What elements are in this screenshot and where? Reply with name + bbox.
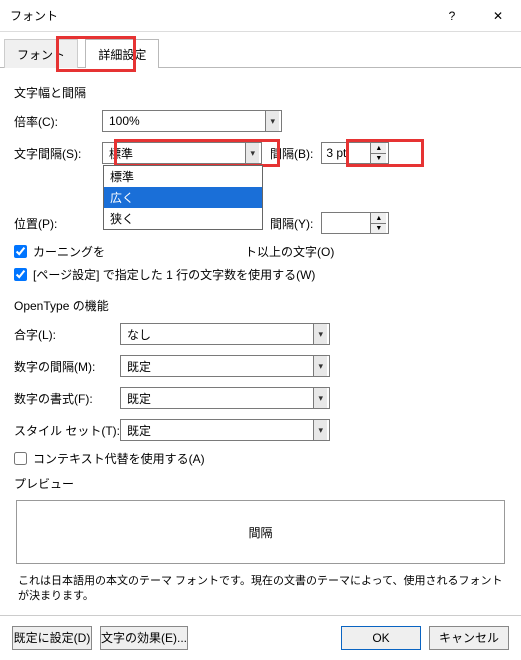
checkbox-pagegrid[interactable] [14,268,27,281]
row-pagegrid: [ページ設定] で指定した 1 行の文字数を使用する(W) [14,266,507,283]
label-kerning-post: ト以上の文字(O) [245,243,334,260]
label-spacing: 文字間隔(S): [14,145,102,162]
chevron-down-icon: ▾ [313,356,327,376]
group-char-spacing: 文字幅と間隔 [14,84,507,101]
label-spacing-by: 間隔(B): [270,145,313,162]
row-scale: 倍率(C): 100% ▾ [14,109,507,133]
chevron-down-icon: ▾ [245,143,259,163]
cancel-button[interactable]: キャンセル [429,626,509,650]
combo-spacing-value: 標準 [109,145,133,162]
row-spacing: 文字間隔(S): 標準 ▾ 標準 広く 狭く 間隔(B): ▲ ▼ [14,141,507,165]
footer: 既定に設定(D) 文字の効果(E)... OK キャンセル [0,615,521,660]
combo-numspacing[interactable]: 既定 ▾ [120,355,330,377]
row-ligatures: 合字(L): なし ▾ [14,322,507,346]
chevron-down-icon: ▾ [313,324,327,344]
combo-scale-value: 100% [109,114,140,128]
tab-advanced[interactable]: 詳細設定 [85,39,159,68]
option-normal[interactable]: 標準 [104,166,262,187]
row-styleset: スタイル セット(T): 既定 ▾ [14,418,507,442]
label-contextual: コンテキスト代替を使用する(A) [33,450,205,467]
checkbox-kerning[interactable] [14,245,27,258]
option-condensed[interactable]: 狭く [104,208,262,229]
help-button[interactable]: ? [429,0,475,32]
label-position: 位置(P): [14,215,102,232]
label-position-by: 間隔(Y): [270,215,313,232]
combo-numform[interactable]: 既定 ▾ [120,387,330,409]
spin-up-icon[interactable]: ▲ [370,213,386,223]
label-preview: プレビュー [14,475,507,492]
spinner-spacing-by-input[interactable] [322,143,370,163]
preview-sample: 間隔 [248,524,272,541]
label-ligatures: 合字(L): [14,326,120,343]
chevron-down-icon: ▾ [313,388,327,408]
text-effects-button[interactable]: 文字の効果(E)... [100,626,188,650]
checkbox-contextual[interactable] [14,452,27,465]
row-numform: 数字の書式(F): 既定 ▾ [14,386,507,410]
close-button[interactable]: ✕ [475,0,521,32]
label-pagegrid: [ページ設定] で指定した 1 行の文字数を使用する(W) [33,266,315,283]
chevron-down-icon: ▾ [313,420,327,440]
combo-scale[interactable]: 100% ▾ [102,110,282,132]
combo-styleset[interactable]: 既定 ▾ [120,419,330,441]
label-kerning-pre: カーニングを [33,243,105,260]
spinner-position-by-input[interactable] [322,213,370,233]
combo-ligatures-value: なし [127,326,151,343]
client-area: フォント 詳細設定 文字幅と間隔 倍率(C): 100% ▾ 文字間隔(S): … [0,38,521,660]
label-scale: 倍率(C): [14,113,102,130]
titlebar: フォント ? ✕ [0,0,521,32]
chevron-down-icon: ▾ [265,111,279,131]
window-title: フォント [10,7,429,24]
set-default-button[interactable]: 既定に設定(D) [12,626,92,650]
label-numspacing: 数字の間隔(M): [14,358,120,375]
preview-note: これは日本語用の本文のテーマ フォントです。現在の文書のテーマによって、使用され… [14,572,507,615]
label-styleset: スタイル セット(T): [14,422,120,439]
spinner-position-by[interactable]: ▲ ▼ [321,212,389,234]
group-opentype: OpenType の機能 [14,297,507,314]
spin-up-icon[interactable]: ▲ [370,143,386,153]
combo-numspacing-value: 既定 [127,358,151,375]
combo-numform-value: 既定 [127,390,151,407]
row-numspacing: 数字の間隔(M): 既定 ▾ [14,354,507,378]
combo-styleset-value: 既定 [127,422,151,439]
row-contextual: コンテキスト代替を使用する(A) [14,450,507,467]
spin-down-icon[interactable]: ▼ [370,153,386,163]
spin-down-icon[interactable]: ▼ [370,223,386,233]
group-preview: プレビュー 間隔 これは日本語用の本文のテーマ フォントです。現在の文書のテーマ… [14,475,507,615]
ok-button[interactable]: OK [341,626,421,650]
option-expanded[interactable]: 広く [104,187,262,208]
dropdown-spacing-list: 標準 広く 狭く [103,165,263,230]
label-numform: 数字の書式(F): [14,390,120,407]
preview-box: 間隔 [16,500,505,564]
pane: 文字幅と間隔 倍率(C): 100% ▾ 文字間隔(S): 標準 ▾ 標準 広く… [0,68,521,615]
row-kerning: カーニングを ト以上の文字(O) [14,243,507,260]
tabstrip: フォント 詳細設定 [0,38,521,68]
spinner-spacing-by[interactable]: ▲ ▼ [321,142,389,164]
combo-spacing[interactable]: 標準 ▾ 標準 広く 狭く [102,142,262,164]
combo-ligatures[interactable]: なし ▾ [120,323,330,345]
tab-font[interactable]: フォント [4,39,78,68]
